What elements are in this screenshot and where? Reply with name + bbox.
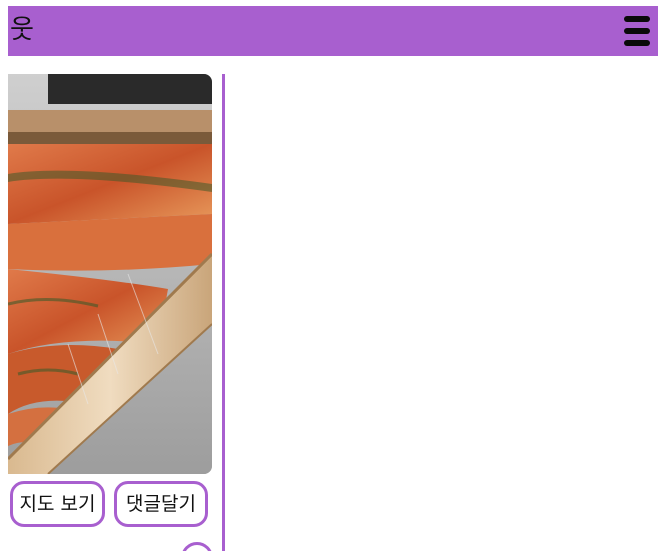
post-card: 지도 보기 댓글달기 ♥ <box>8 74 225 551</box>
logo-icon[interactable]: 웃 <box>10 14 34 46</box>
food-photo-image <box>8 74 212 474</box>
hamburger-menu-icon[interactable] <box>624 16 650 46</box>
top-navigation-bar: 웃 <box>8 6 658 56</box>
menu-bar-line <box>624 40 650 46</box>
app-page: 웃 지도 보기 댓글달기 <box>0 0 665 551</box>
heart-icon[interactable]: ♥ <box>181 542 213 551</box>
food-photo[interactable] <box>8 74 212 474</box>
menu-bar-line <box>624 16 650 22</box>
menu-bar-line <box>624 28 650 34</box>
view-map-button[interactable]: 지도 보기 <box>10 481 105 527</box>
add-comment-button[interactable]: 댓글달기 <box>114 481 208 527</box>
